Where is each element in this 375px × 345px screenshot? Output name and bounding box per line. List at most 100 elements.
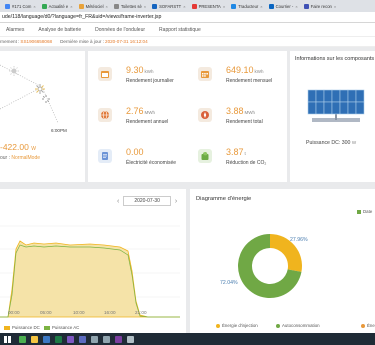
tab-close-icon[interactable]: × [223,4,225,9]
browser-tab[interactable]: Météociel × [76,2,111,11]
tab-close-icon[interactable]: × [260,4,262,9]
stat-monthly-yield: 649.10kWh Rendement mensuel [190,55,285,95]
legend-ac[interactable]: Puissance AC [44,325,79,330]
x-tick: 16:00 [104,310,116,315]
stat-electricity-saved: 0.00 Électricité économisée [90,137,185,177]
leaf-icon [198,149,212,163]
browser-tab[interactable]: Actualité e × [39,2,76,11]
taskbar [0,333,375,345]
serial-label: rnement : [0,39,20,44]
browser-tab[interactable]: Traducteur × [228,2,265,11]
stat-co2-reduction: 3.87t Réduction de CO₂ [190,137,285,177]
stat-value: 3.87t [226,147,246,157]
serial-value: SS1906658068 [20,39,53,44]
legend-swatch [4,325,10,330]
flow-state: our : NormalMode [0,155,40,161]
nav-item-inverter-data[interactable]: Données de l'onduleur [95,27,145,33]
solar-panel-icon [307,89,365,122]
loading-icon [42,95,50,103]
browser-tab[interactable]: Toilettes sè × [111,2,149,11]
component-title: Informations sur les composants [295,56,375,62]
flow-power: -422.00 W [0,142,36,152]
calendar-month-icon [198,67,212,81]
tab-close-icon[interactable]: × [70,4,72,9]
tab-favicon-icon [78,3,84,9]
tab-label: Faire recon [310,3,332,9]
address-bar[interactable]: ude/118/language/d0/?language=fr_FR&uid=… [0,12,375,23]
nav-item-alarmes[interactable]: Alarmes [6,27,24,33]
legend-label: Puissance AC [52,325,80,330]
x-tick: 05:00 [40,310,52,315]
stat-annual-yield: 2.76MWh Rendement annuel [90,96,185,136]
app-icon[interactable] [43,335,50,343]
tab-favicon-icon [303,3,309,9]
flow-state-label: our : [0,155,11,161]
explorer-icon[interactable] [31,335,38,343]
flow-time: 6:00PM [51,128,67,133]
legend-label: Autoconsommation [282,323,320,328]
x-tick: 00:00 [8,310,20,315]
legend-selfconsumption[interactable]: Autoconsommation [276,323,320,328]
energy-flow-card: 6:00PM -422.00 W our : NormalMode [0,51,85,182]
power-curve-chart [0,225,180,318]
stat-value: 3.88MWh [226,106,256,116]
browser-tab[interactable]: Courrier - × [266,2,301,11]
tab-label: Actualité e [48,3,69,9]
x-tick: 10:00 [73,310,85,315]
tab-label: Toilettes sè [120,3,142,9]
browser-tab[interactable]: Faire recon × [301,2,340,11]
tab-label: #171 Com [12,3,32,9]
tab-label: PRESENTA [198,3,221,9]
excel-icon[interactable] [55,335,62,343]
tab-favicon-icon [152,3,158,9]
tab-favicon-icon [268,3,274,9]
component-power-unit: W [351,140,357,145]
tab-close-icon[interactable]: × [183,4,185,9]
legend-energy[interactable]: Éne [361,323,375,328]
browser-tab[interactable]: PRESENTA × [189,2,229,11]
tab-close-icon[interactable]: × [106,4,108,9]
flow-diagram [0,64,59,124]
tab-close-icon[interactable]: × [144,4,146,9]
update-value: 2020-07-31 16:12:04 [105,39,148,44]
tab-label: SOFARSTT [159,3,182,9]
tab-favicon-icon [231,3,237,9]
app4-icon[interactable] [91,335,98,343]
tab-close-icon[interactable]: × [295,4,297,9]
component-info-card: Informations sur les composants Puissanc… [290,51,375,182]
update-label: Dernière mise à jour : [60,39,105,44]
flow-state-value: NormalMode [11,155,41,161]
inverter-flow-icon [35,84,45,94]
yield-stats-card: 9.30kWh Rendement journalier 649.10kWh R… [88,51,287,182]
tab-favicon-icon [5,3,10,9]
legend-swatch [276,323,280,328]
tab-close-icon[interactable]: × [33,4,35,9]
nav-item-statistics-report[interactable]: Rapport statistique [159,27,201,33]
nav-item-battery-analysis[interactable]: Analyse de batterie [38,27,81,33]
legend-dc[interactable]: Puissance DC [4,325,40,330]
app6-icon[interactable] [127,335,134,343]
legend-swatch [361,323,365,328]
tab-label: Météociel [85,3,104,9]
tab-close-icon[interactable]: × [334,4,336,9]
tab-favicon-icon [41,3,47,9]
chrome-icon[interactable] [19,335,26,343]
app2-icon[interactable] [67,335,74,343]
flow-power-value: -422.00 [0,142,29,152]
browser-tab[interactable]: #171 Com × [2,2,39,11]
app5-icon[interactable] [103,335,110,343]
browser-tab[interactable]: SOFARSTT × [149,2,188,11]
document-icon [98,149,112,163]
legend-label: Puissance DC [12,325,40,330]
legend-injection[interactable]: Énergie d'injection [216,323,258,328]
tab-favicon-icon [113,3,119,9]
windows-start-icon[interactable] [4,335,11,343]
app3-icon[interactable] [79,335,86,343]
legend-swatch [44,325,50,330]
url-text[interactable]: ude/118/language/d0/?language=fr_FR&uid=… [2,14,161,20]
flow-power-unit: W [31,146,36,152]
stat-value: 649.10kWh [226,65,264,75]
tab-label: Courrier - [275,3,294,9]
info-bar: rnement : SS1906658068 Dernière mise à j… [0,37,375,47]
onenote-icon[interactable] [115,335,122,343]
